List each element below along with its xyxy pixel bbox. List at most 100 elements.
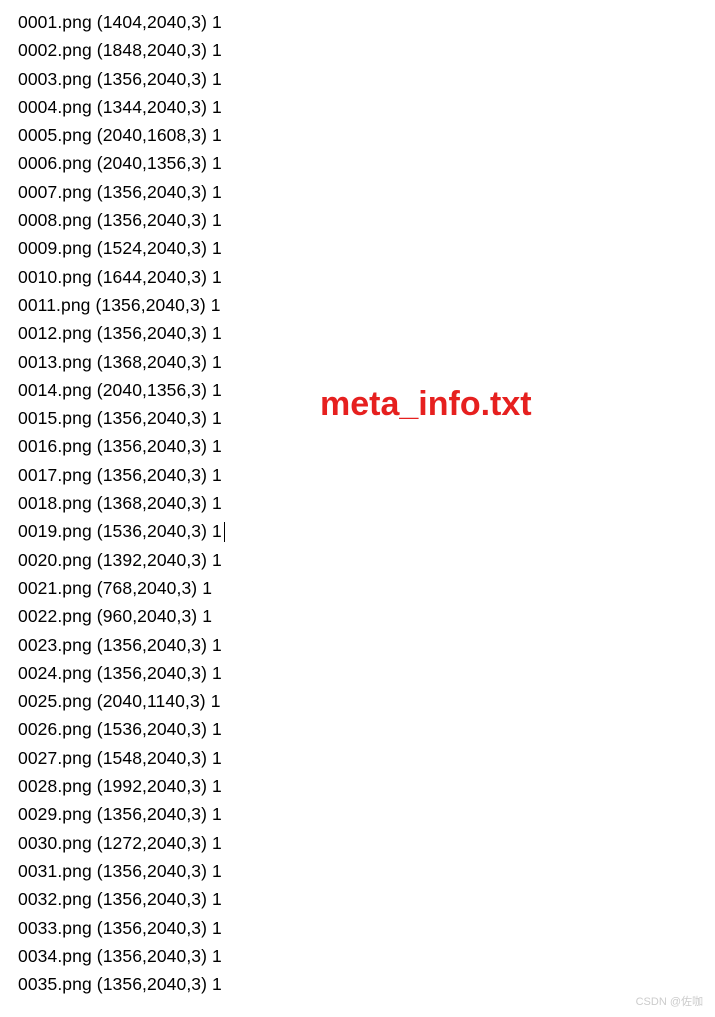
file-entry-flag: 1 <box>212 153 222 173</box>
file-entry-row: 0004.png (1344,2040,3) 1 <box>18 93 715 121</box>
file-entry-dimensions: (1356,2040,3) <box>97 69 207 89</box>
file-entry-flag: 1 <box>211 691 221 711</box>
file-entry-dimensions: (768,2040,3) <box>97 578 197 598</box>
file-entry-dimensions: (1344,2040,3) <box>97 97 207 117</box>
file-entry-dimensions: (1644,2040,3) <box>97 267 207 287</box>
file-entry-row: 0010.png (1644,2040,3) 1 <box>18 263 715 291</box>
file-entry-filename: 0003.png <box>18 69 92 89</box>
file-entry-filename: 0030.png <box>18 833 92 853</box>
file-entry-dimensions: (960,2040,3) <box>97 606 197 626</box>
file-entry-filename: 0002.png <box>18 40 92 60</box>
file-entry-flag: 1 <box>212 323 222 343</box>
file-entry-filename: 0011.png <box>18 295 91 315</box>
file-entry-dimensions: (1356,2040,3) <box>97 804 207 824</box>
file-entry-flag: 1 <box>212 635 222 655</box>
file-entry-dimensions: (1368,2040,3) <box>97 352 207 372</box>
file-entry-row: 0009.png (1524,2040,3) 1 <box>18 234 715 262</box>
file-entry-row: 0020.png (1392,2040,3) 1 <box>18 546 715 574</box>
file-entry-filename: 0016.png <box>18 436 92 456</box>
file-entry-flag: 1 <box>212 69 222 89</box>
file-entry-dimensions: (1356,2040,3) <box>97 210 207 230</box>
file-entry-row: 0003.png (1356,2040,3) 1 <box>18 65 715 93</box>
file-entry-flag: 1 <box>212 182 222 202</box>
file-entry-flag: 1 <box>212 974 222 994</box>
file-entry-row: 0002.png (1848,2040,3) 1 <box>18 36 715 64</box>
file-entry-flag: 1 <box>212 238 222 258</box>
file-entry-flag: 1 <box>212 352 222 372</box>
file-entry-dimensions: (1392,2040,3) <box>97 550 207 570</box>
file-entry-flag: 1 <box>212 493 222 513</box>
file-entry-row: 0012.png (1356,2040,3) 1 <box>18 319 715 347</box>
file-entry-dimensions: (1356,2040,3) <box>95 295 205 315</box>
file-entry-row: 0007.png (1356,2040,3) 1 <box>18 178 715 206</box>
file-entry-filename: 0019.png <box>18 521 92 541</box>
text-content-area: 0001.png (1404,2040,3) 10002.png (1848,2… <box>0 0 715 998</box>
file-entry-row: 0016.png (1356,2040,3) 1 <box>18 432 715 460</box>
file-entry-flag: 1 <box>212 125 222 145</box>
file-entry-row: 0001.png (1404,2040,3) 1 <box>18 8 715 36</box>
file-entry-filename: 0007.png <box>18 182 92 202</box>
file-entry-row: 0017.png (1356,2040,3) 1 <box>18 461 715 489</box>
file-entry-row: 0032.png (1356,2040,3) 1 <box>18 885 715 913</box>
file-entry-row: 0022.png (960,2040,3) 1 <box>18 602 715 630</box>
file-entry-row: 0035.png (1356,2040,3) 1 <box>18 970 715 998</box>
file-entry-dimensions: (1356,2040,3) <box>97 918 207 938</box>
file-entry-row: 0019.png (1536,2040,3) 1 <box>18 517 715 545</box>
file-entry-flag: 1 <box>212 210 222 230</box>
file-entry-flag: 1 <box>212 436 222 456</box>
file-entry-row: 0027.png (1548,2040,3) 1 <box>18 744 715 772</box>
file-entry-flag: 1 <box>212 833 222 853</box>
file-entry-filename: 0015.png <box>18 408 92 428</box>
file-entry-flag: 1 <box>212 946 222 966</box>
file-entry-filename: 0009.png <box>18 238 92 258</box>
file-entry-filename: 0033.png <box>18 918 92 938</box>
file-entry-filename: 0023.png <box>18 635 92 655</box>
file-entry-row: 0034.png (1356,2040,3) 1 <box>18 942 715 970</box>
file-entry-flag: 1 <box>212 380 222 400</box>
file-entry-flag: 1 <box>212 465 222 485</box>
file-entry-row: 0028.png (1992,2040,3) 1 <box>18 772 715 800</box>
file-entry-filename: 0006.png <box>18 153 92 173</box>
file-entry-filename: 0029.png <box>18 804 92 824</box>
file-entry-flag: 1 <box>212 918 222 938</box>
file-entry-dimensions: (1356,2040,3) <box>97 946 207 966</box>
file-entry-dimensions: (1356,2040,3) <box>97 182 207 202</box>
file-entry-filename: 0025.png <box>18 691 92 711</box>
file-entry-filename: 0028.png <box>18 776 92 796</box>
file-entry-filename: 0032.png <box>18 889 92 909</box>
file-entry-filename: 0026.png <box>18 719 92 739</box>
file-entry-row: 0011.png (1356,2040,3) 1 <box>18 291 715 319</box>
file-entry-dimensions: (1992,2040,3) <box>97 776 207 796</box>
watermark-text: CSDN @佐咖 <box>636 993 703 1009</box>
file-entry-dimensions: (1548,2040,3) <box>97 748 207 768</box>
file-entry-row: 0006.png (2040,1356,3) 1 <box>18 149 715 177</box>
file-entry-dimensions: (1848,2040,3) <box>97 40 207 60</box>
file-entry-filename: 0014.png <box>18 380 92 400</box>
annotation-filename-label: meta_info.txt <box>320 385 532 424</box>
file-entry-flag: 1 <box>212 748 222 768</box>
file-entry-filename: 0008.png <box>18 210 92 230</box>
file-entry-dimensions: (1404,2040,3) <box>97 12 207 32</box>
file-entry-flag: 1 <box>212 804 222 824</box>
file-entry-row: 0018.png (1368,2040,3) 1 <box>18 489 715 517</box>
file-entry-dimensions: (1536,2040,3) <box>97 719 207 739</box>
file-entry-flag: 1 <box>202 606 212 626</box>
file-entry-dimensions: (2040,1356,3) <box>97 153 207 173</box>
file-entry-row: 0025.png (2040,1140,3) 1 <box>18 687 715 715</box>
file-entry-row: 0026.png (1536,2040,3) 1 <box>18 715 715 743</box>
file-entry-dimensions: (1272,2040,3) <box>97 833 207 853</box>
file-entry-filename: 0027.png <box>18 748 92 768</box>
file-entry-flag: 1 <box>212 408 222 428</box>
file-entry-filename: 0034.png <box>18 946 92 966</box>
file-entry-flag: 1 <box>212 12 222 32</box>
file-entry-flag: 1 <box>212 889 222 909</box>
file-entry-dimensions: (1356,2040,3) <box>97 465 207 485</box>
file-entry-flag: 1 <box>212 663 222 683</box>
file-entry-filename: 0031.png <box>18 861 92 881</box>
file-entry-row: 0013.png (1368,2040,3) 1 <box>18 348 715 376</box>
file-entry-flag: 1 <box>212 267 222 287</box>
file-entry-filename: 0001.png <box>18 12 92 32</box>
file-entry-filename: 0018.png <box>18 493 92 513</box>
file-entry-flag: 1 <box>212 861 222 881</box>
file-entry-dimensions: (1356,2040,3) <box>97 974 207 994</box>
